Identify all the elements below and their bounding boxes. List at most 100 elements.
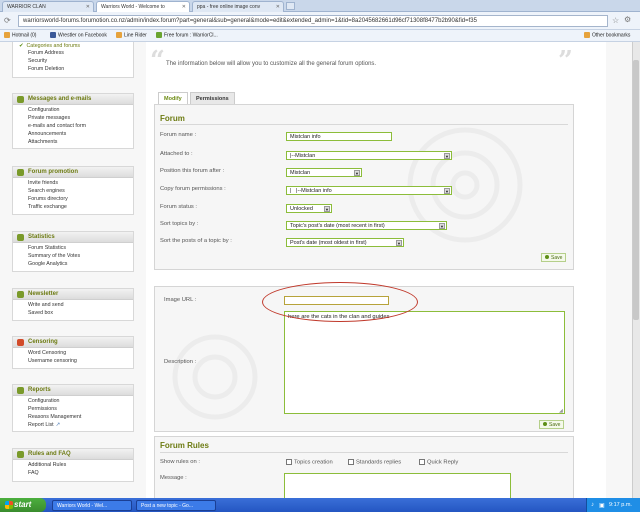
- red-annotation-ellipse: [262, 282, 418, 322]
- sidebar-item-categories[interactable]: ✔ Categories and forums: [13, 42, 133, 50]
- sort-posts-label: Sort the posts of a topic by :: [160, 238, 232, 244]
- sidebar-item[interactable]: Forum Statistics: [13, 245, 133, 253]
- sidebar-item[interactable]: Attachments: [13, 139, 133, 147]
- browser-tab-active[interactable]: Warriors World - Welcome to ✕: [96, 1, 190, 12]
- attached-to-select[interactable]: |--Mistclan ▼: [286, 151, 452, 160]
- message-label: Message :: [160, 475, 187, 481]
- bookmark-label: Free forum : WarriorCl...: [164, 32, 218, 39]
- bookmark-item[interactable]: Line Rider: [116, 32, 147, 38]
- copy-permissions-label: Copy forum permissions :: [160, 186, 226, 192]
- sidebar-item[interactable]: Invite friends: [13, 180, 133, 188]
- copy-permissions-select[interactable]: | |--Mistclan info ▼: [286, 186, 452, 195]
- rules-icon: [17, 451, 24, 458]
- sidebar-item-forum-address[interactable]: Forum Address: [13, 50, 133, 58]
- resize-handle-icon[interactable]: ◢: [559, 408, 563, 414]
- reload-icon[interactable]: ⟳: [4, 16, 11, 25]
- tab-label: WARRIOR CLAN: [7, 4, 46, 10]
- wrench-icon[interactable]: ⚙: [624, 15, 631, 24]
- sidebar-item[interactable]: Private messages: [13, 115, 133, 123]
- tab-permissions[interactable]: Permissions: [190, 92, 235, 104]
- sidebar-item-forum-deletion[interactable]: Forum Deletion: [13, 66, 133, 74]
- close-icon[interactable]: ✕: [276, 4, 280, 10]
- sidebar-section-title: Statistics: [13, 232, 133, 243]
- scrollbar-thumb[interactable]: [633, 60, 639, 320]
- speaker-icon[interactable]: ♪: [591, 502, 594, 508]
- star-icon[interactable]: ☆: [612, 16, 619, 25]
- sidebar-section-statistics: Statistics Forum Statistics Summary of t…: [12, 231, 134, 272]
- forum-name-input[interactable]: Mistclan info: [286, 132, 392, 141]
- sidebar-section-messages: Messages and e-mails Configuration Priva…: [12, 93, 134, 149]
- forum-status-label: Forum status :: [160, 204, 198, 210]
- forum-name-label: Forum name :: [160, 132, 197, 138]
- taskbar-task[interactable]: Warriors World - Wel...: [52, 500, 132, 511]
- other-bookmarks[interactable]: Other bookmarks: [584, 32, 630, 38]
- tab-label: ppa - free online image conv: [197, 4, 261, 10]
- sidebar-item[interactable]: e-mails and contact form: [13, 123, 133, 131]
- checkbox[interactable]: [348, 459, 354, 465]
- checkbox-standards-replies[interactable]: Standards replies: [348, 459, 401, 466]
- position-after-select[interactable]: Mistclan ▼: [286, 168, 362, 177]
- checkbox[interactable]: [419, 459, 425, 465]
- chevron-down-icon: ▼: [439, 223, 445, 229]
- browser-tab[interactable]: WARRIOR CLAN ✕: [2, 1, 94, 12]
- chevron-down-icon: ▼: [444, 188, 450, 194]
- bookmark-label: Line Rider: [124, 32, 147, 39]
- sort-posts-select[interactable]: Post's date (most oldest in first) ▼: [286, 238, 404, 247]
- check-icon: [543, 422, 547, 426]
- bookmark-item[interactable]: Wrestler on Facebook: [50, 32, 107, 38]
- close-icon[interactable]: ✕: [86, 4, 90, 10]
- description-textarea[interactable]: here are the cats in the clan and guides: [284, 311, 565, 414]
- tab-modify[interactable]: Modify: [158, 92, 188, 104]
- sidebar-section-title: Rules and FAQ: [13, 449, 133, 460]
- browser-tab[interactable]: ppa - free online image conv ✕: [192, 1, 284, 12]
- sidebar-item[interactable]: Additional Rules: [13, 462, 133, 470]
- sidebar-item-report-list[interactable]: Report List ↗: [13, 422, 133, 430]
- sidebar-item[interactable]: Reasons Management: [13, 414, 133, 422]
- checkbox-topics-creation[interactable]: Topics creation: [286, 459, 333, 466]
- sidebar-item[interactable]: Forums directory: [13, 196, 133, 204]
- sidebar-item-security[interactable]: Security: [13, 58, 133, 66]
- sidebar-item[interactable]: Configuration: [13, 107, 133, 115]
- url-field[interactable]: warriorsworld-forums.forumotion.co.nz/ad…: [18, 15, 608, 27]
- sidebar-item[interactable]: FAQ: [13, 470, 133, 478]
- new-tab-button[interactable]: [286, 2, 295, 10]
- sidebar-section-title: Newsletter: [13, 289, 133, 300]
- sidebar-item[interactable]: Traffic exchange: [13, 204, 133, 212]
- network-icon[interactable]: ▣: [599, 502, 605, 509]
- sort-topics-select[interactable]: Topic's post's date (most recent in firs…: [286, 221, 447, 230]
- prohibited-icon: [17, 339, 24, 346]
- sidebar-item[interactable]: Username censoring: [13, 358, 133, 366]
- sidebar-item[interactable]: Search engines: [13, 188, 133, 196]
- sidebar-item[interactable]: Write and send: [13, 302, 133, 310]
- folder-icon: [584, 32, 590, 38]
- bookmark-label: Wrestler on Facebook: [58, 32, 107, 39]
- sidebar-section-title: Forum promotion: [13, 167, 133, 178]
- sidebar-item[interactable]: Saved box: [13, 310, 133, 318]
- sidebar-item[interactable]: Word Censoring: [13, 350, 133, 358]
- taskbar-task[interactable]: Post a new topic - Go...: [136, 500, 216, 511]
- save-button[interactable]: Save: [541, 253, 567, 262]
- sidebar-section-promotion: Forum promotion Invite friends Search en…: [12, 166, 134, 215]
- checkmark-icon: ✔: [19, 43, 24, 49]
- close-icon[interactable]: ✕: [182, 4, 186, 10]
- sidebar-item[interactable]: Google Analytics: [13, 261, 133, 269]
- bookmarks-bar: Hotmail (0) Wrestler on Facebook Line Ri…: [0, 30, 640, 42]
- rules-message-textarea[interactable]: [284, 473, 511, 499]
- chevron-down-icon: ▼: [396, 240, 402, 246]
- bookmark-icon: [156, 32, 162, 38]
- sidebar-item[interactable]: Configuration: [13, 398, 133, 406]
- report-icon: [17, 387, 24, 394]
- checkbox-quick-reply[interactable]: Quick Reply: [419, 459, 458, 466]
- sidebar-item[interactable]: Permissions: [13, 406, 133, 414]
- forum-status-select[interactable]: Unlocked ▼: [286, 204, 332, 213]
- sidebar-item[interactable]: Announcements: [13, 131, 133, 139]
- divider: [160, 452, 568, 453]
- sidebar-item[interactable]: Summary of the Votes: [13, 253, 133, 261]
- bookmark-item[interactable]: Hotmail (0): [4, 32, 36, 38]
- clock: 9:17 p.m.: [609, 502, 632, 508]
- save-button[interactable]: Save: [539, 420, 565, 429]
- checkbox[interactable]: [286, 459, 292, 465]
- sidebar-section-newsletter: Newsletter Write and send Saved box: [12, 288, 134, 321]
- sort-topics-label: Sort topics by :: [160, 221, 199, 227]
- bookmark-item[interactable]: Free forum : WarriorCl...: [156, 32, 218, 38]
